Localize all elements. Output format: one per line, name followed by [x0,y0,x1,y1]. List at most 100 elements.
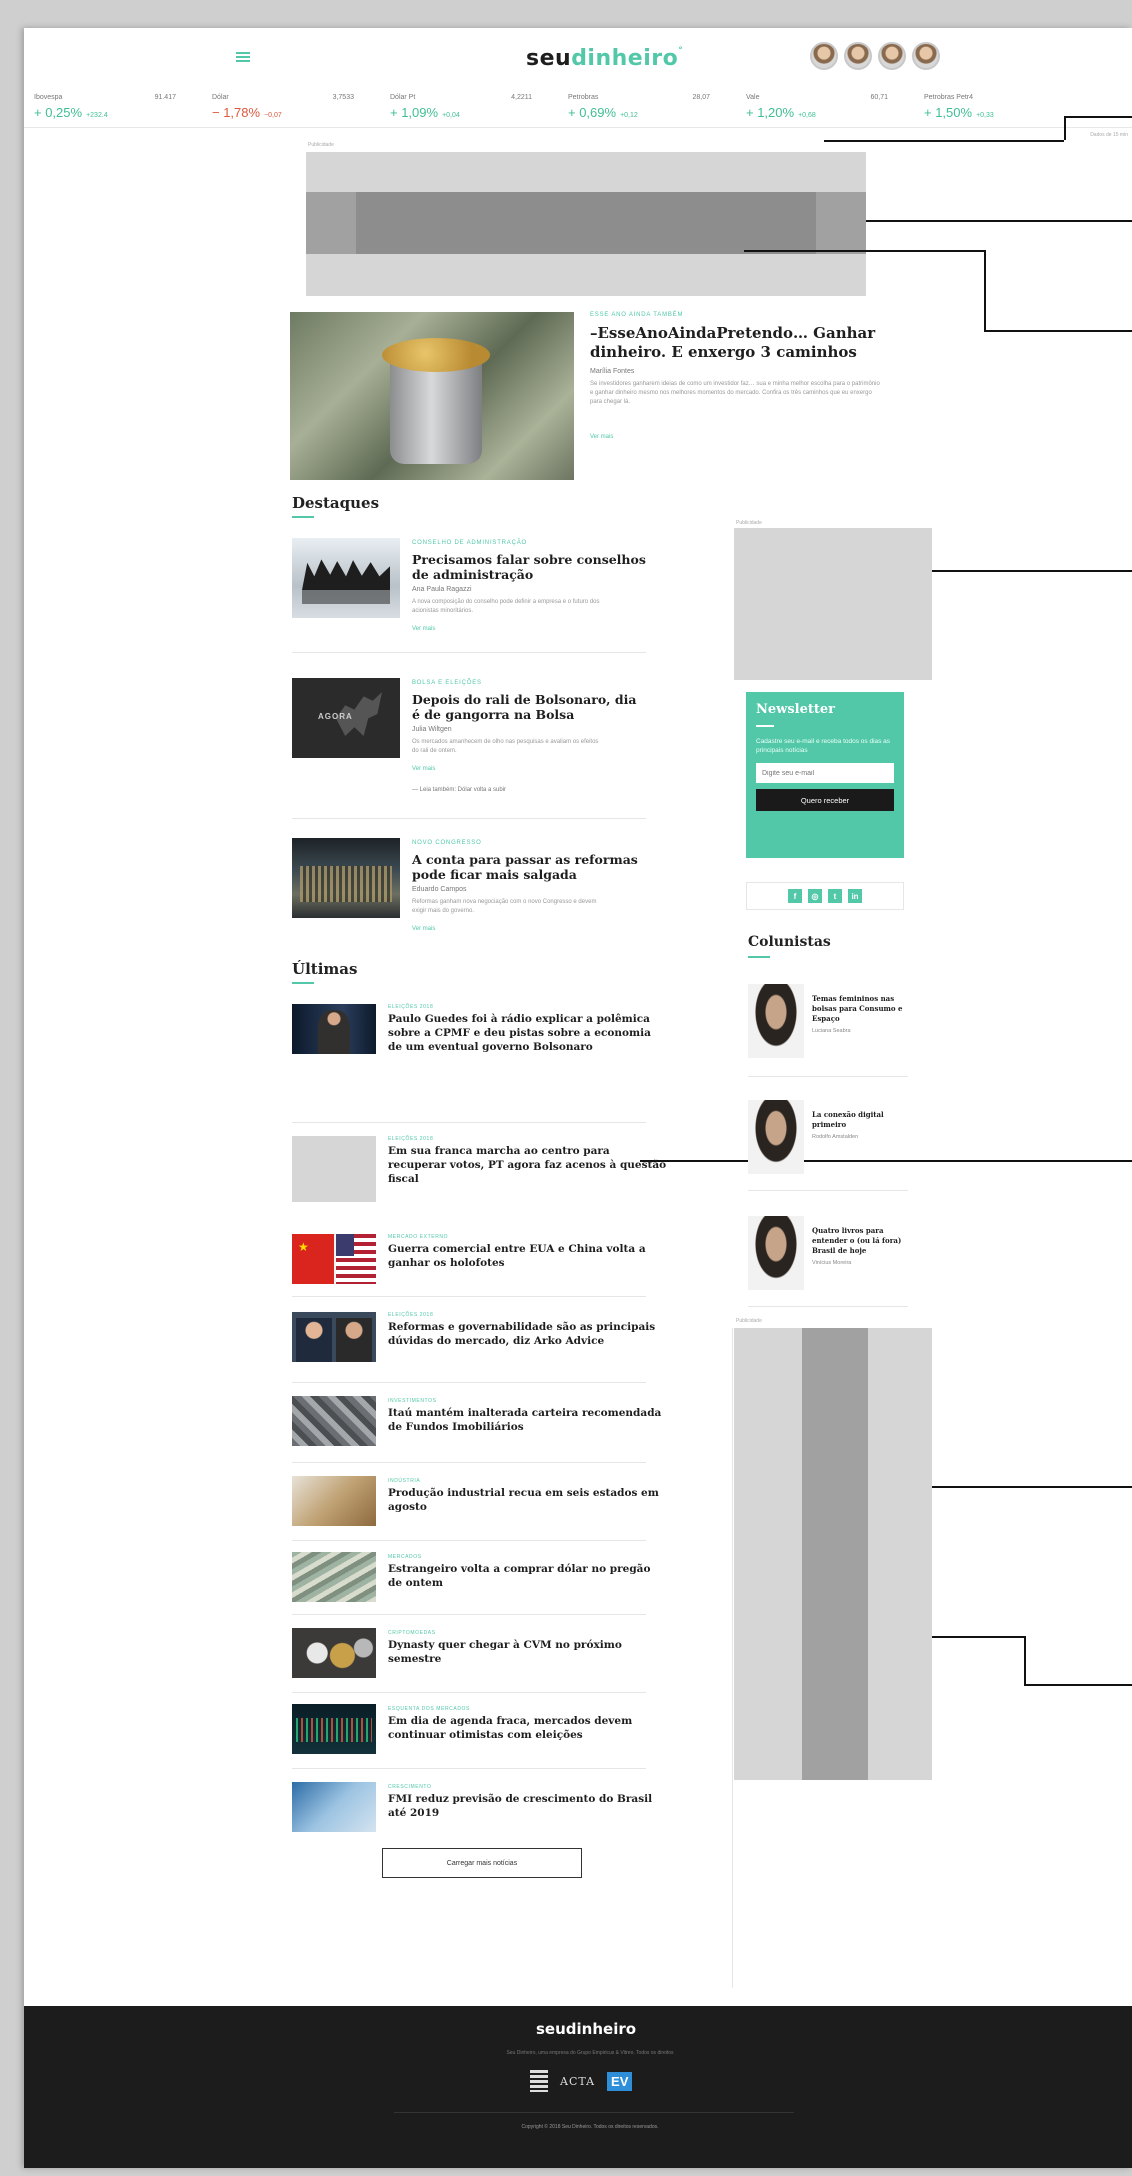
columnist-photo[interactable] [748,984,804,1058]
ultima-kicker[interactable]: CRIPTOMOEDAS [388,1630,436,1636]
columnist-article-title[interactable]: La conexão digital primeiro [812,1110,908,1130]
columnist-article-title[interactable]: Quatro livros para entender o (ou lá for… [812,1226,908,1256]
footer-logo[interactable]: seudinheiro [536,2020,636,2038]
ticker-item[interactable]: Petrobras 28,07 + 0,69% +0,12 [558,88,736,127]
destaque-kicker[interactable]: NOVO CONGRESSO [412,840,482,846]
columnist-item[interactable]: La conexão digital primeiro Rodolfo Amst… [748,1100,908,1180]
ultima-thumb-aerial[interactable] [292,1396,376,1446]
columnist-item[interactable]: Temas femininos nas bolsas para Consumo … [748,984,908,1064]
chamber-seats [300,866,392,902]
ultima-title[interactable]: Estrangeiro volta a comprar dólar no pre… [388,1562,668,1590]
ultima-title[interactable]: Em dia de agenda fraca, mercados devem c… [388,1714,668,1742]
ticker-change-pct: + 0,25% [34,105,83,120]
load-more-button[interactable]: Carregar mais notícias [382,1848,582,1878]
columnist-name[interactable]: Vinícius Moreira [812,1260,851,1266]
hamburger-menu-icon[interactable] [236,52,250,62]
ev-logo[interactable]: EV [607,2071,633,2091]
ticker-item[interactable]: Ibovespa 91.417 + 0,25% +232.4 [24,88,202,127]
ultima-title[interactable]: Dynasty quer chegar à CVM no próximo sem… [388,1638,668,1666]
guide-line [1024,1684,1132,1686]
destaque-thumb-bull[interactable]: AGORA [292,678,400,758]
author-avatars [810,42,940,70]
ultima-title[interactable]: Em sua franca marcha ao centro para recu… [388,1144,668,1186]
destaque-kicker[interactable]: CONSELHO DE ADMINISTRAÇÃO [412,540,527,546]
destaque-author[interactable]: Julia Wiltgen [412,726,452,733]
linkedin-icon[interactable]: in [848,889,862,903]
ultima-kicker[interactable]: INVESTIMENTOS [388,1398,437,1404]
ultima-kicker[interactable]: ELEIÇÕES 2018 [388,1312,433,1318]
columnist-photo[interactable] [748,1216,804,1290]
newsletter-subscribe-button[interactable]: Quero receber [756,789,894,811]
ticker-name: Petrobras [568,94,599,101]
ultima-thumb-flags[interactable]: ★ [292,1234,376,1284]
newsletter-box: Newsletter Cadastre seu e-mail e receba … [746,692,904,858]
page-frame: seudinheiro° Ibovespa 91.417 + 0,25% +232.4… [24,28,1132,2168]
ultima-title[interactable]: Paulo Guedes foi à rádio explicar a polê… [388,1012,668,1054]
columnist-item[interactable]: Quatro livros para entender o (ou lá for… [748,1216,908,1296]
hero-title[interactable]: –EsseAnoAindaPretendo… Ganhar dinheiro. … [590,324,880,362]
ultima-title[interactable]: FMI reduz previsão de crescimento do Bra… [388,1792,668,1820]
ticker-item[interactable]: Dólar 3,7533 − 1,78% −0,07 [202,88,380,127]
ticker-change-pct: − 1,78% [212,105,261,120]
columnist-article-title[interactable]: Temas femininos nas bolsas para Consumo … [812,994,908,1024]
hero-image[interactable] [290,312,574,480]
ticker-item[interactable]: Dólar Pt 4,2211 + 1,09% +0,04 [380,88,558,127]
market-ticker: Ibovespa 91.417 + 0,25% +232.4 Dólar 3,7533 −… [24,88,1132,128]
empiricus-logo-icon[interactable] [530,2070,548,2092]
destaque-title[interactable]: Depois do rali de Bolsonaro, dia é de ga… [412,692,646,722]
destaque-author[interactable]: Eduardo Campos [412,886,466,893]
ultima-kicker[interactable]: MERCADO EXTERNO [388,1234,448,1240]
destaque-thumb-congress[interactable] [292,838,400,918]
ultima-kicker[interactable]: INDÚSTRIA [388,1478,420,1484]
columnist-photo[interactable] [748,1100,804,1174]
ticker-change-pct: + 1,20% [746,105,795,120]
ultima-title[interactable]: Reformas e governabilidade são as princi… [388,1320,668,1348]
destaque-title[interactable]: A conta para passar as reformas pode fic… [412,852,646,882]
ultima-title[interactable]: Guerra comercial entre EUA e China volta… [388,1242,668,1270]
avatar[interactable] [810,42,838,70]
destaque-read-more[interactable]: Ver mais [412,626,435,632]
ultima-thumb-placeholder[interactable] [292,1136,376,1202]
twitter-icon[interactable]: t [828,889,842,903]
destaque-thumb-boardroom[interactable] [292,538,400,618]
ultima-thumb-crypto[interactable] [292,1628,376,1678]
china-star: ★ [298,1240,309,1254]
ultima-thumb-politicians[interactable] [292,1312,376,1362]
instagram-icon[interactable]: ◎ [808,889,822,903]
destaque-kicker[interactable]: BOLSA E ELEIÇÕES [412,680,482,686]
ticker-item[interactable]: Vale 60,71 + 1,20% +0,68 [736,88,914,127]
ultima-thumb[interactable] [292,1004,376,1054]
site-logo[interactable]: seudinheiro° [526,46,683,71]
columnist-name[interactable]: Rodolfo Amstalden [812,1134,858,1140]
ultima-title[interactable]: Itaú mantém inalterada carteira recomend… [388,1406,668,1434]
hero-kicker[interactable]: ESSE ANO AINDA TAMBÉM [590,312,683,318]
destaque-read-more[interactable]: Ver mais [412,766,435,772]
ultima-kicker[interactable]: ELEIÇÕES 2018 [388,1136,433,1142]
related-link[interactable]: — Leia também: Dólar volta a subir [412,786,506,795]
hero-read-more-link[interactable]: Ver mais [590,434,613,440]
ultima-title[interactable]: Produção industrial recua em seis estado… [388,1486,668,1514]
columnist-name[interactable]: Luciana Seabra [812,1028,851,1034]
ticker-change: + 1,20% +0,68 [746,105,816,120]
avatar[interactable] [844,42,872,70]
destaque-author[interactable]: Ana Paula Ragazzi [412,586,472,593]
facebook-icon[interactable]: f [788,889,802,903]
avatar[interactable] [878,42,906,70]
destaque-read-more[interactable]: Ver mais [412,926,435,932]
ad-label: Publicidade [736,520,762,526]
ultima-kicker[interactable]: ELEIÇÕES 2018 [388,1004,433,1010]
guide-line [824,140,1064,142]
destaque-title[interactable]: Precisamos falar sobre conselhos de admi… [412,552,646,582]
newsletter-email-input[interactable] [756,763,894,783]
ultima-kicker[interactable]: CRESCIMENTO [388,1784,431,1790]
ultima-thumb-factory[interactable] [292,1476,376,1526]
hero-author[interactable]: Marília Fontes [590,368,634,375]
ultima-thumb-dollar[interactable] [292,1552,376,1602]
ultima-thumb-market-chart[interactable] [292,1704,376,1754]
ultima-thumb-imf[interactable] [292,1782,376,1832]
acta-logo[interactable]: ACTA [560,2075,595,2088]
ultima-kicker[interactable]: MERCADOS [388,1554,422,1560]
ticker-change-abs: +0,04 [442,112,460,119]
ultima-kicker[interactable]: ESQUENTA DOS MERCADOS [388,1706,470,1712]
avatar[interactable] [912,42,940,70]
